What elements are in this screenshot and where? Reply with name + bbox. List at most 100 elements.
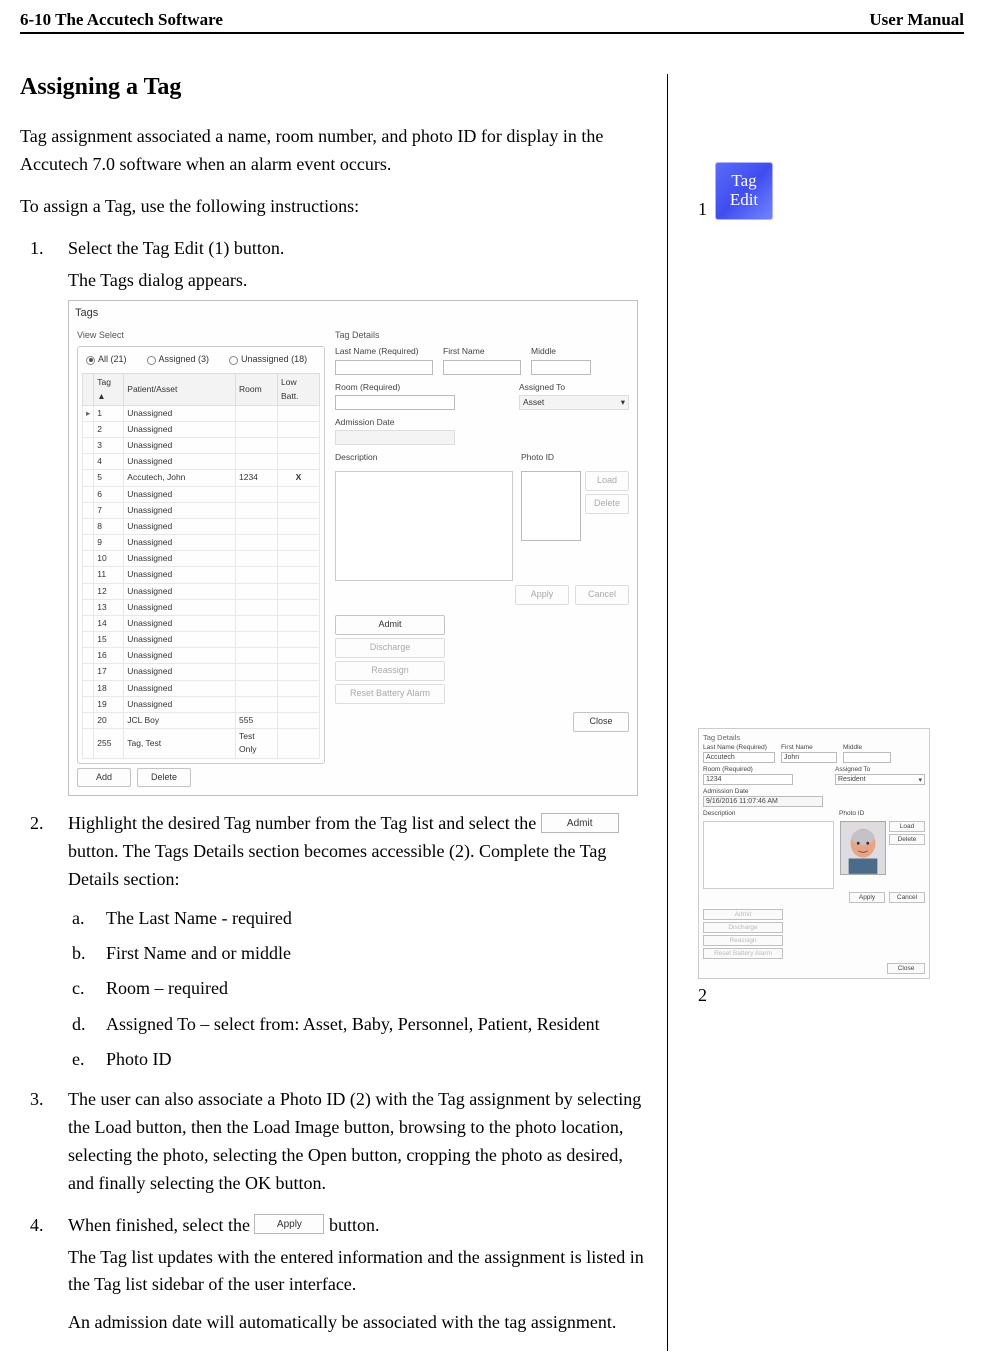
table-cell	[278, 454, 320, 470]
sp-photo-delete-button[interactable]: Delete	[889, 834, 925, 845]
step-4-pre: When finished, select the	[68, 1215, 250, 1235]
table-cell	[83, 470, 94, 486]
sp-discharge-button[interactable]: Discharge	[703, 922, 783, 933]
table-cell: 2	[94, 421, 124, 437]
sp-admit-button[interactable]: Admit	[703, 909, 783, 920]
table-row[interactable]: 10Unassigned	[83, 551, 320, 567]
table-cell	[83, 680, 94, 696]
room-input[interactable]	[335, 395, 455, 410]
table-cell: Accutech, John	[124, 470, 236, 486]
table-cell	[278, 729, 320, 758]
reassign-button[interactable]: Reassign	[335, 661, 445, 681]
radio-all[interactable]: All (21)	[86, 353, 127, 367]
photo-preview	[521, 471, 581, 541]
radio-unassigned-label: Unassigned (18)	[241, 353, 307, 367]
step-4-follow-2: An admission date will automatically be …	[68, 1309, 647, 1337]
middle-input[interactable]	[531, 360, 591, 375]
table-cell	[278, 405, 320, 421]
discharge-button[interactable]: Discharge	[335, 638, 445, 658]
table-row[interactable]: 4Unassigned	[83, 454, 320, 470]
table-row[interactable]: 8Unassigned	[83, 518, 320, 534]
inline-apply-button[interactable]: Apply	[254, 1214, 324, 1234]
table-row[interactable]: 13Unassigned	[83, 599, 320, 615]
table-cell: Unassigned	[124, 567, 236, 583]
step-2a-letter: a.	[72, 906, 85, 931]
table-cell	[83, 615, 94, 631]
radio-unassigned[interactable]: Unassigned (18)	[229, 353, 307, 367]
sp-reset-button[interactable]: Reset Battery Alarm	[703, 948, 783, 959]
step-2: 2. Highlight the desired Tag number from…	[68, 810, 647, 1072]
first-name-input[interactable]	[443, 360, 521, 375]
table-cell	[83, 632, 94, 648]
table-row[interactable]: 18Unassigned	[83, 680, 320, 696]
table-cell: 555	[236, 712, 278, 728]
close-button[interactable]: Close	[573, 712, 629, 732]
assigned-to-value: Asset	[523, 396, 544, 409]
table-row[interactable]: 2Unassigned	[83, 421, 320, 437]
sp-assigned-select[interactable]: Resident▾	[835, 774, 925, 785]
table-row[interactable]: ▸1Unassigned	[83, 405, 320, 421]
table-row[interactable]: 7Unassigned	[83, 502, 320, 518]
sp-cancel-button[interactable]: Cancel	[889, 892, 925, 903]
table-cell: 4	[94, 454, 124, 470]
table-row[interactable]: 15Unassigned	[83, 632, 320, 648]
tag-edit-icon[interactable]: Tag Edit	[715, 162, 773, 220]
delete-button[interactable]: Delete	[137, 768, 191, 788]
sp-apply-button[interactable]: Apply	[849, 892, 885, 903]
radio-assigned[interactable]: Assigned (3)	[147, 353, 210, 367]
sp-room-input[interactable]: 1234	[703, 774, 793, 785]
sp-reassign-button[interactable]: Reassign	[703, 935, 783, 946]
photo-delete-button[interactable]: Delete	[585, 494, 629, 514]
table-cell	[236, 454, 278, 470]
radio-unassigned-icon	[229, 356, 238, 365]
last-name-input[interactable]	[335, 360, 433, 375]
sp-photo-load-button[interactable]: Load	[889, 821, 925, 832]
reset-battery-button[interactable]: Reset Battery Alarm	[335, 684, 445, 704]
table-row[interactable]: 17Unassigned	[83, 664, 320, 680]
table-cell	[278, 599, 320, 615]
table-row[interactable]: 3Unassigned	[83, 438, 320, 454]
sp-first-input[interactable]: John	[781, 752, 837, 763]
table-row[interactable]: 11Unassigned	[83, 567, 320, 583]
add-button[interactable]: Add	[77, 768, 131, 788]
photo-load-button[interactable]: Load	[585, 471, 629, 491]
table-cell: Unassigned	[124, 535, 236, 551]
sp-assigned-value: Resident	[838, 776, 866, 783]
assigned-to-select[interactable]: Asset▾	[519, 395, 629, 410]
photo-id-label: Photo ID	[521, 451, 629, 464]
step-4-follow-1: The Tag list updates with the entered in…	[68, 1244, 647, 1300]
sp-description-textarea[interactable]	[703, 821, 834, 889]
table-cell: Unassigned	[124, 438, 236, 454]
table-cell	[278, 486, 320, 502]
sp-admission-input: 9/16/2016 11:07:46 AM	[703, 796, 823, 807]
sp-last-input[interactable]: Accutech	[703, 752, 775, 763]
apply-button[interactable]: Apply	[515, 585, 569, 605]
sp-admission-label: Admission Date	[703, 788, 823, 795]
table-row[interactable]: 19Unassigned	[83, 696, 320, 712]
table-cell: 6	[94, 486, 124, 502]
table-row[interactable]: 16Unassigned	[83, 648, 320, 664]
table-cell	[236, 615, 278, 631]
table-cell: 10	[94, 551, 124, 567]
table-cell	[83, 438, 94, 454]
step-2-post: button. The Tags Details section becomes…	[68, 841, 606, 889]
sp-middle-input[interactable]	[843, 752, 891, 763]
intro-paragraph-2: To assign a Tag, use the following instr…	[20, 193, 647, 221]
cancel-button[interactable]: Cancel	[575, 585, 629, 605]
table-row[interactable]: 14Unassigned	[83, 615, 320, 631]
table-row[interactable]: 6Unassigned	[83, 486, 320, 502]
table-row[interactable]: 12Unassigned	[83, 583, 320, 599]
table-row[interactable]: 255Tag, TestTest Only	[83, 729, 320, 758]
tag-table[interactable]: Tag ▲ Patient/Asset Room Low Batt. ▸1Una…	[82, 373, 320, 758]
description-textarea[interactable]	[335, 471, 513, 581]
table-row[interactable]: 9Unassigned	[83, 535, 320, 551]
step-2d-letter: d.	[72, 1012, 86, 1037]
table-row[interactable]: 20JCL Boy555	[83, 712, 320, 728]
sp-close-button[interactable]: Close	[887, 963, 925, 974]
table-cell	[278, 551, 320, 567]
inline-admit-button[interactable]: Admit	[541, 813, 619, 833]
step-2d: d.Assigned To – select from: Asset, Baby…	[106, 1012, 647, 1037]
table-cell: 20	[94, 712, 124, 728]
table-row[interactable]: 5Accutech, John1234X	[83, 470, 320, 486]
admit-button[interactable]: Admit	[335, 615, 445, 635]
